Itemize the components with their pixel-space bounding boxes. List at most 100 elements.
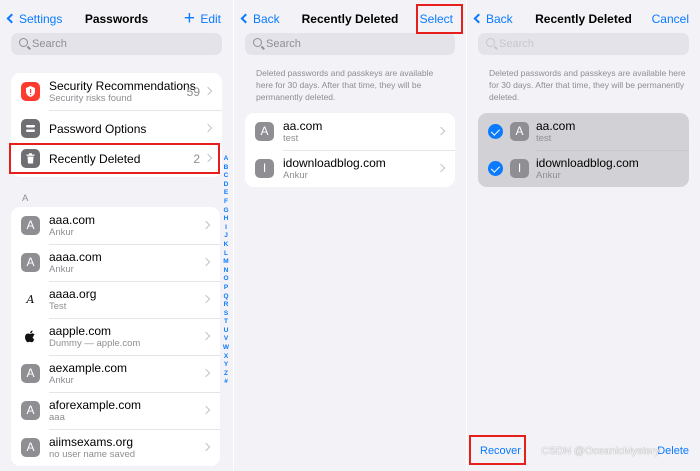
chevron-right-icon [436,126,446,136]
index-letter[interactable]: Q [221,293,231,302]
password-list-item[interactable]: Aaaa.com Ankur [11,207,220,244]
password-list-item[interactable]: aapple.com Dummy — apple.com [11,318,220,355]
search-icon [19,38,28,47]
checkmark-icon [488,161,503,176]
cancel-button[interactable]: Cancel [652,8,689,30]
search-icon [253,38,262,47]
index-letter[interactable]: J [221,232,231,241]
index-letter[interactable]: Y [221,361,231,370]
index-letter[interactable]: V [221,335,231,344]
index-letter[interactable]: T [221,318,231,327]
entry-title: aaaa.com [49,250,102,264]
index-letter[interactable]: N [221,267,231,276]
deleted-list: Aaa.com test Iidownloadblog.com Ankur [245,113,455,187]
index-letter[interactable]: G [221,207,231,216]
index-letter[interactable]: P [221,284,231,293]
info-text: Deleted passwords and passkeys are avail… [256,68,434,102]
index-letter[interactable]: A [221,155,231,164]
edit-button[interactable]: Edit [200,8,221,30]
deleted-list-item-selected[interactable]: Aaa.com test [478,113,689,150]
entry-subtitle: Dummy — apple.com [49,338,141,349]
entry-title: idownloadblog.com [536,156,639,170]
index-letter[interactable]: H [221,215,231,224]
entry-subtitle: aaa [49,412,65,423]
settings-group: Security Recommendations Security risks … [11,73,222,147]
chevron-right-icon [201,220,211,230]
chevron-right-icon [201,405,211,415]
index-letter[interactable]: B [221,164,231,173]
nav-bar: Back Recently Deleted Select [234,8,466,30]
security-alert-icon [21,82,40,101]
entry-title: aa.com [283,119,323,133]
index-letter[interactable]: W [221,344,231,353]
site-logo-icon: A [21,290,40,309]
chevron-right-icon [201,442,211,452]
password-list-item[interactable]: Aaaaa.com Ankur [11,244,220,281]
entry-subtitle: no user name saved [49,449,136,460]
recently-deleted-select-panel: Back Recently Deleted Cancel Search Dele… [467,0,700,471]
password-list-item[interactable]: Aaiimsexams.org no user name saved [11,429,220,466]
nav-bar: Settings Passwords + Edit [0,8,233,30]
search-input[interactable]: Search [11,33,222,55]
index-letter[interactable]: Z [221,370,231,379]
chevron-right-icon [436,163,446,173]
deleted-list-item[interactable]: Aaa.com test [245,113,455,150]
index-letter[interactable]: U [221,327,231,336]
security-recommendations-row[interactable]: Security Recommendations Security risks … [11,73,222,110]
chevron-right-icon [203,153,213,163]
index-letter[interactable]: D [221,181,231,190]
entry-title: aaa.com [49,213,96,227]
nav-bar: Back Recently Deleted Cancel [467,8,700,30]
select-button[interactable]: Select [420,8,453,30]
entry-subtitle: Ankur [49,375,74,386]
index-letter[interactable]: K [221,241,231,250]
index-letter[interactable]: S [221,310,231,319]
chevron-right-icon [201,331,211,341]
watermark: CSDN @OceanicMystery [541,445,660,457]
password-list-item[interactable]: Aaexample.com Ankur [11,355,220,392]
delete-button[interactable]: Delete [657,445,689,457]
recently-deleted-row[interactable]: Recently Deleted 2 [11,140,222,177]
index-letter[interactable]: C [221,172,231,181]
index-letter[interactable]: R [221,301,231,310]
recover-button[interactable]: Recover [480,445,521,457]
search-input[interactable]: Search [245,33,455,55]
entry-subtitle: Ankur [283,170,308,181]
index-letter[interactable]: I [221,224,231,233]
entry-title: aaaa.org [49,287,97,301]
deleted-list-item-selected[interactable]: Iidownloadblog.com Ankur [478,150,689,187]
letter-avatar-icon: I [255,159,274,178]
deleted-list-item[interactable]: Iidownloadblog.com Ankur [245,150,455,187]
recently-deleted-panel: Back Recently Deleted Select Search Dele… [234,0,466,471]
password-list-item[interactable]: Aaforexample.com aaa [11,392,220,429]
alphabet-index[interactable]: A B C D E F G H I J K L M N O P Q R S T U V W X Y Z # [221,155,231,387]
entry-subtitle: Ankur [536,170,561,181]
chevron-right-icon [203,86,213,96]
index-letter[interactable]: F [221,198,231,207]
index-letter[interactable]: L [221,250,231,259]
recently-deleted-group: Recently Deleted 2 [11,140,222,177]
index-letter[interactable]: M [221,258,231,267]
index-letter[interactable]: O [221,275,231,284]
index-letter[interactable]: X [221,353,231,362]
plus-icon[interactable]: + [184,8,195,30]
entry-title: aexample.com [49,361,128,375]
letter-avatar-icon: A [21,216,40,235]
index-letter[interactable]: E [221,189,231,198]
entry-subtitle: Ankur [49,227,74,238]
password-list: Aaaa.com Ankur Aaaaa.com Ankur Aaaaa.org Test… [11,207,220,466]
deleted-list-selected: Aaa.com test Iidownloadblog.com Ankur [478,113,689,187]
checkmark-icon [488,124,503,139]
letter-avatar-icon: I [510,159,529,178]
password-list-item[interactable]: Aaaaa.org Test [11,281,220,318]
search-icon [486,38,495,47]
entry-subtitle: Ankur [49,264,74,275]
section-header: A [22,193,29,204]
entry-title: aapple.com [49,324,112,338]
passwords-panel: Settings Passwords + Edit Search Securit… [0,0,233,471]
index-letter[interactable]: # [221,378,231,387]
entry-title: aa.com [536,119,576,133]
chevron-right-icon [203,123,213,133]
search-input: Search [478,33,689,55]
entry-subtitle: test [283,133,299,144]
